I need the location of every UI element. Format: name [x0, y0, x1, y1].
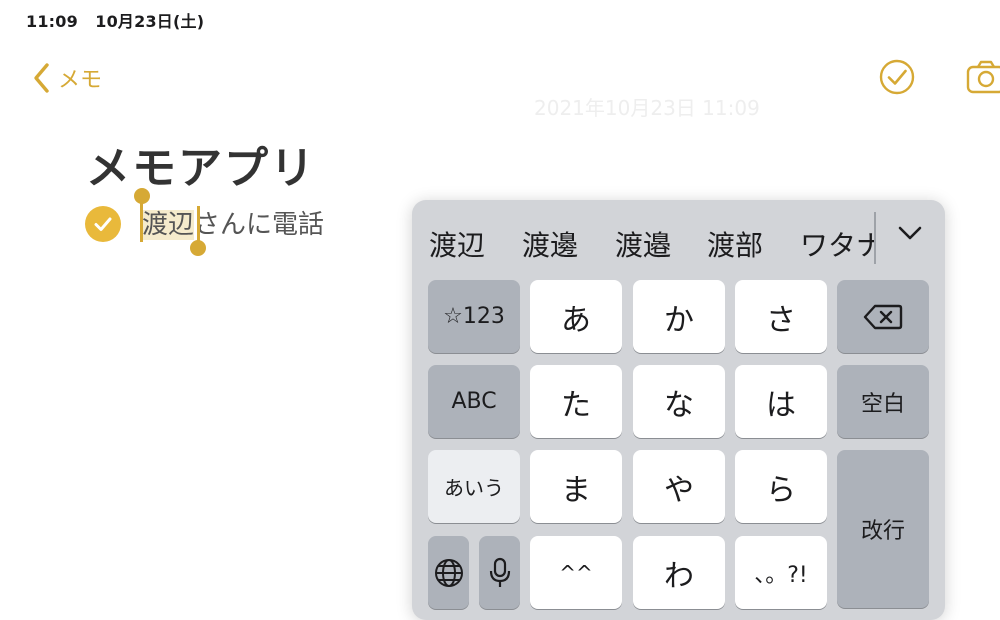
emoticon-key[interactable]: ^^	[530, 536, 622, 609]
camera-button[interactable]	[966, 58, 1000, 100]
candidate-item[interactable]: 渡部	[707, 224, 763, 264]
camera-icon	[966, 60, 1000, 94]
status-date: 10月23日(土)	[95, 12, 205, 31]
key-ra[interactable]: ら	[735, 450, 827, 523]
selection-start-bar	[140, 200, 143, 242]
numbers-key[interactable]: ☆123	[428, 280, 520, 353]
candidate-item[interactable]: 渡邉	[615, 224, 671, 264]
back-label: メモ	[58, 68, 103, 93]
back-button[interactable]: メモ	[32, 60, 102, 96]
key-a[interactable]: あ	[530, 280, 622, 353]
checkmark-icon	[94, 217, 112, 231]
chevron-left-icon	[34, 63, 49, 93]
selected-text[interactable]: 渡辺	[142, 210, 195, 240]
checklist-circle-icon	[879, 59, 915, 95]
punctuation-key[interactable]: 、。?!	[735, 536, 827, 609]
candidate-item[interactable]: 渡辺	[429, 224, 485, 264]
abc-key[interactable]: ABC	[428, 365, 520, 438]
candidate-item[interactable]: ワタナ	[800, 224, 874, 264]
key-sa[interactable]: さ	[735, 280, 827, 353]
selection-end-handle[interactable]	[190, 240, 206, 256]
enter-key[interactable]: 改行	[837, 450, 929, 608]
status-datetime: 11:09 10月23日(土)	[26, 8, 204, 32]
candidate-overflow: ワタナ	[800, 200, 874, 278]
floating-keyboard: 渡辺 渡邊 渡邉 渡部 ワタナ ☆123 あ か さ ABC た な は 空白 …	[412, 200, 945, 620]
space-key[interactable]: 空白	[837, 365, 929, 438]
globe-key[interactable]	[428, 536, 469, 609]
candidate-item[interactable]: 渡邊	[522, 224, 578, 264]
checklist-button[interactable]	[878, 58, 916, 100]
candidate-bar: 渡辺 渡邊 渡邉 渡部 ワタナ	[412, 200, 945, 278]
key-ma[interactable]: ま	[530, 450, 622, 523]
key-na[interactable]: な	[633, 365, 725, 438]
checklist-checkbox[interactable]	[85, 206, 121, 242]
delete-backspace-icon	[863, 304, 903, 329]
chevron-down-icon	[898, 226, 922, 240]
key-ta[interactable]: た	[530, 365, 622, 438]
key-wa[interactable]: わ	[633, 536, 725, 609]
key-ha[interactable]: は	[735, 365, 827, 438]
candidate-expand-button[interactable]	[897, 224, 923, 246]
dictation-key[interactable]	[479, 536, 520, 609]
status-time: 11:09	[26, 12, 78, 31]
note-title[interactable]: メモアプリ	[86, 132, 316, 196]
note-timestamp: 2021年10月23日 11:09	[534, 96, 760, 120]
key-ka[interactable]: か	[633, 280, 725, 353]
item-text-rest: さんに電話	[194, 210, 325, 240]
kana-key[interactable]: あいう	[428, 450, 520, 523]
delete-key[interactable]	[837, 280, 929, 353]
key-ya[interactable]: や	[633, 450, 725, 523]
globe-icon	[434, 558, 463, 587]
checklist-item-text[interactable]: 渡辺さんに電話	[142, 204, 324, 241]
microphone-icon	[489, 557, 510, 587]
candidate-divider	[874, 212, 876, 264]
